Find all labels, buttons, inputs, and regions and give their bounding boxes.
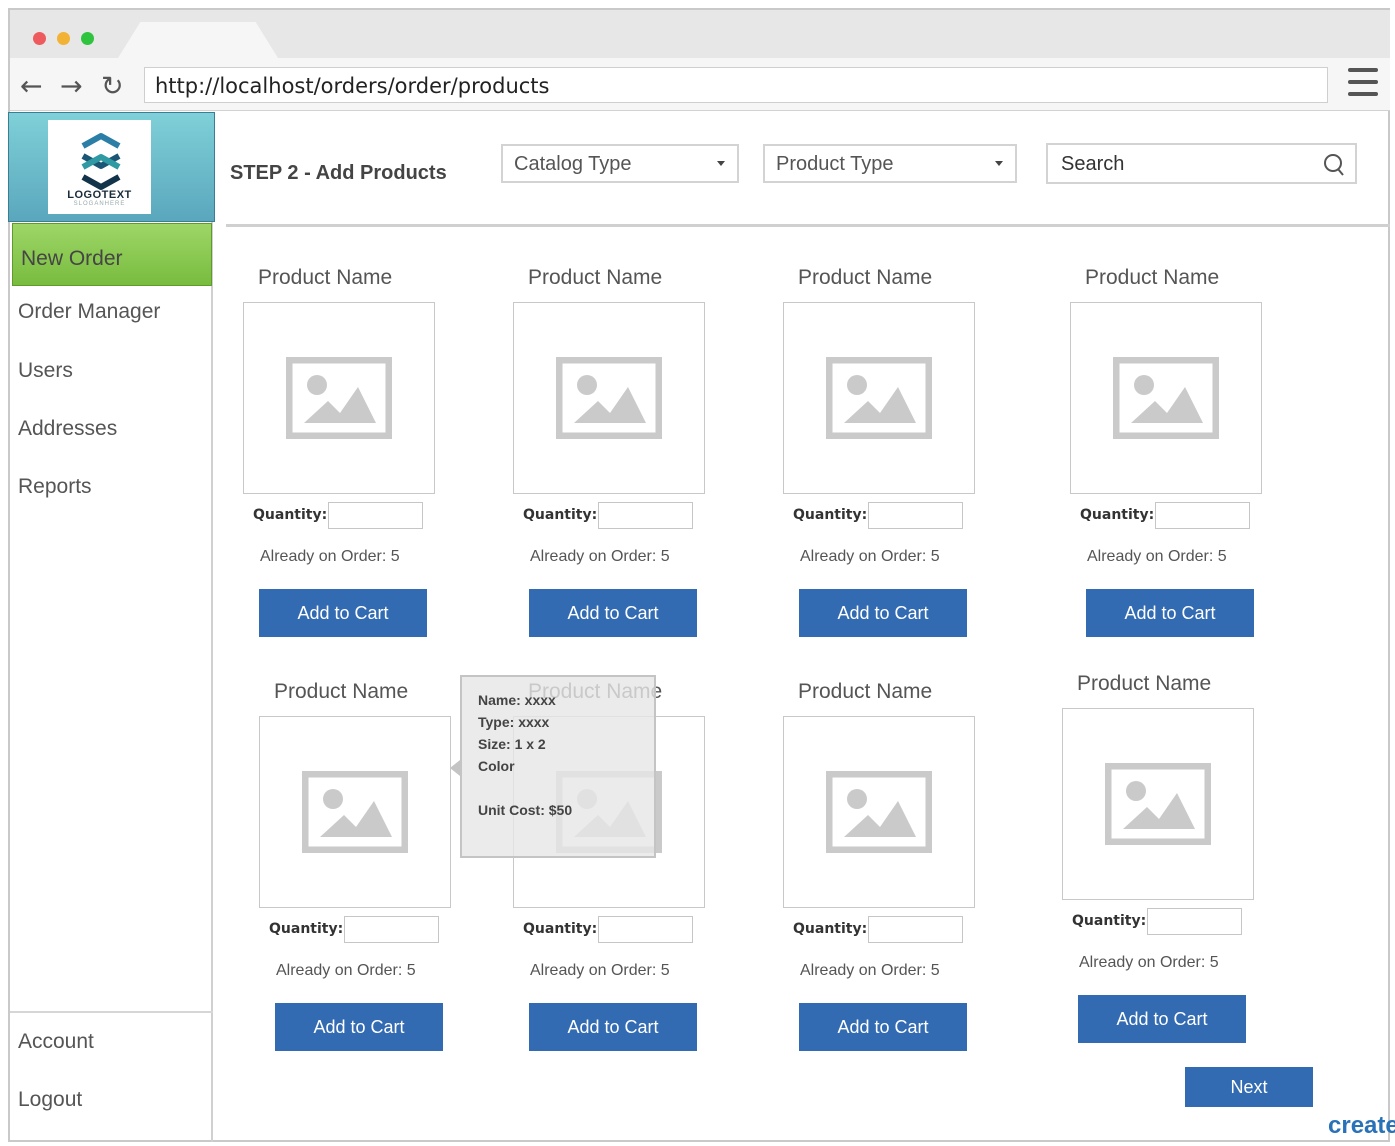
quantity-label: Quantity: — [793, 921, 868, 937]
image-placeholder-icon — [1113, 357, 1219, 439]
quantity-label: Quantity: — [1072, 913, 1147, 929]
quantity-input[interactable] — [1155, 502, 1250, 529]
product-name: Product Name — [1085, 266, 1220, 289]
sidebar-item-order-manager[interactable]: Order Manager — [18, 300, 160, 324]
product-image-placeholder[interactable] — [243, 302, 435, 494]
image-placeholder-icon — [286, 357, 392, 439]
page-title: STEP 2 - Add Products — [230, 162, 447, 184]
already-on-order: Already on Order: 5 — [276, 962, 416, 979]
sidebar-item-users[interactable]: Users — [18, 359, 73, 383]
catalog-type-value: Catalog Type — [514, 153, 632, 175]
tooltip-arrow — [450, 760, 460, 776]
quantity-input[interactable] — [344, 916, 439, 943]
next-button[interactable]: Next — [1185, 1067, 1313, 1107]
product-image-placeholder[interactable] — [1062, 708, 1254, 900]
quantity-input[interactable] — [868, 916, 963, 943]
product-image-placeholder[interactable] — [259, 716, 451, 908]
catalog-type-dropdown[interactable]: Catalog Type — [501, 144, 739, 183]
quantity-label: Quantity: — [523, 921, 598, 937]
sidebar-item-addresses[interactable]: Addresses — [18, 417, 117, 441]
chevron-down-icon — [995, 161, 1003, 166]
add-to-cart-button[interactable]: Add to Cart — [1078, 995, 1246, 1043]
already-on-order: Already on Order: 5 — [1079, 954, 1219, 971]
quantity-input[interactable] — [1147, 908, 1242, 935]
add-to-cart-button[interactable]: Add to Cart — [799, 1003, 967, 1051]
browser-tab[interactable] — [118, 22, 278, 58]
quantity-label: Quantity: — [1080, 507, 1155, 523]
add-to-cart-button[interactable]: Add to Cart — [275, 1003, 443, 1051]
sidebar-item-reports[interactable]: Reports — [18, 475, 92, 499]
product-image-placeholder[interactable] — [783, 716, 975, 908]
product-image-placeholder[interactable] — [783, 302, 975, 494]
quantity-label: Quantity: — [523, 507, 598, 523]
image-placeholder-icon — [826, 771, 932, 853]
sidebar-divider — [10, 1011, 213, 1013]
already-on-order: Already on Order: 5 — [260, 548, 400, 565]
product-name: Product Name — [1077, 672, 1212, 695]
header-divider — [226, 224, 1390, 227]
quantity-input[interactable] — [868, 502, 963, 529]
quantity-input[interactable] — [598, 916, 693, 943]
tooltip-size: Size: 1 x 2 — [478, 736, 546, 752]
logo-slogan: SLOGANHERE — [73, 201, 126, 207]
quantity-input[interactable] — [598, 502, 693, 529]
add-to-cart-button[interactable]: Add to Cart — [259, 589, 427, 637]
tooltip-type: Type: xxxx — [478, 714, 550, 730]
image-placeholder-icon — [826, 357, 932, 439]
quantity-input[interactable] — [328, 502, 423, 529]
already-on-order: Already on Order: 5 — [800, 962, 940, 979]
quantity-label: Quantity: — [793, 507, 868, 523]
image-placeholder-icon — [556, 357, 662, 439]
maximize-window-button[interactable] — [81, 32, 94, 45]
add-to-cart-button[interactable]: Add to Cart — [799, 589, 967, 637]
sidebar-item-logout[interactable]: Logout — [18, 1088, 82, 1112]
already-on-order: Already on Order: 5 — [530, 962, 670, 979]
chevron-down-icon — [717, 161, 725, 166]
back-arrow-icon[interactable]: ← — [20, 71, 43, 102]
tooltip-unit-cost: Unit Cost: $50 — [478, 802, 573, 818]
product-image-placeholder[interactable] — [1070, 302, 1262, 494]
product-details-tooltip: Name: xxxx Type: xxxx Size: 1 x 2 Color … — [460, 675, 656, 858]
product-name: Product Name — [798, 680, 933, 703]
add-to-cart-button[interactable]: Add to Cart — [529, 1003, 697, 1051]
tooltip-name: Name: xxxx — [478, 692, 556, 708]
product-name: Product Name — [258, 266, 393, 289]
product-name: Product Name — [528, 266, 663, 289]
quantity-label: Quantity: — [269, 921, 344, 937]
close-window-button[interactable] — [33, 32, 46, 45]
already-on-order: Already on Order: 5 — [530, 548, 670, 565]
product-name: Product Name — [798, 266, 933, 289]
logo-text: LOGOTEXT — [67, 189, 132, 201]
product-image-placeholder[interactable] — [513, 302, 705, 494]
address-bar[interactable]: http://localhost/orders/order/products — [144, 67, 1328, 103]
product-type-value: Product Type — [776, 153, 894, 175]
image-placeholder-icon — [302, 771, 408, 853]
already-on-order: Already on Order: 5 — [800, 548, 940, 565]
search-input[interactable]: Search — [1046, 143, 1357, 184]
tooltip-color: Color — [478, 758, 515, 774]
quantity-label: Quantity: — [253, 507, 328, 523]
add-to-cart-button[interactable]: Add to Cart — [529, 589, 697, 637]
search-icon — [1324, 154, 1344, 176]
add-to-cart-button[interactable]: Add to Cart — [1086, 589, 1254, 637]
minimize-window-button[interactable] — [57, 32, 70, 45]
already-on-order: Already on Order: 5 — [1087, 548, 1227, 565]
forward-arrow-icon[interactable]: → — [60, 71, 83, 102]
search-placeholder: Search — [1061, 153, 1125, 175]
image-placeholder-icon — [1105, 763, 1211, 845]
product-type-dropdown[interactable]: Product Type — [763, 144, 1017, 183]
sidebar-item-account[interactable]: Account — [18, 1030, 94, 1054]
hamburger-menu-icon[interactable] — [1348, 68, 1380, 98]
reload-icon[interactable]: ↻ — [101, 71, 124, 102]
sidebar-item-new-order[interactable]: New Order — [12, 223, 212, 286]
watermark: create — [1328, 1112, 1395, 1139]
